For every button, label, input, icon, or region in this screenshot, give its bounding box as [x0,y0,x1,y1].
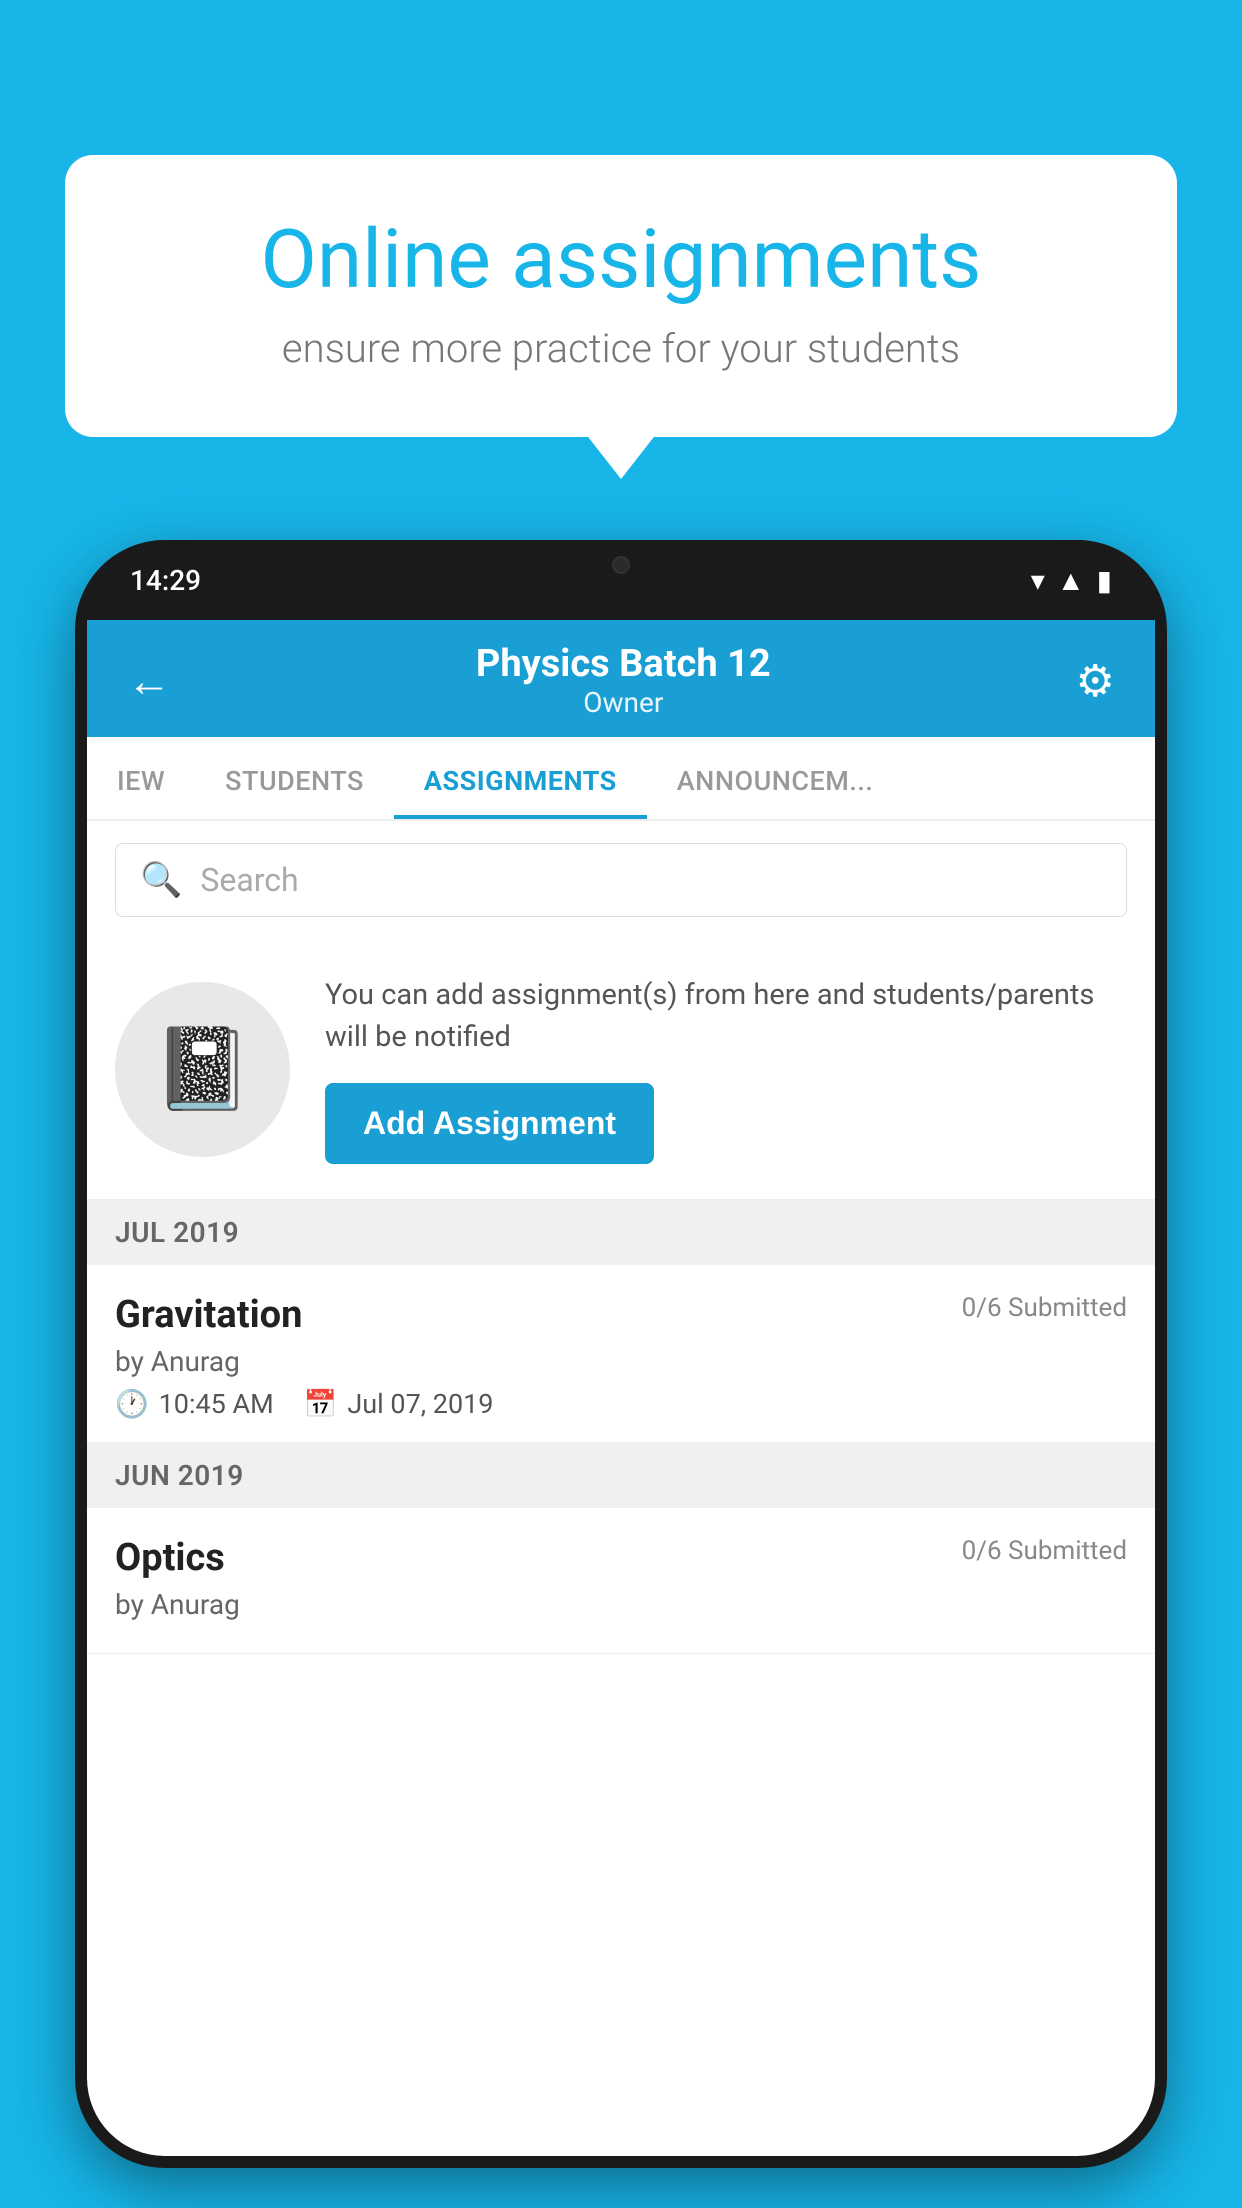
assignment-icon-circle: 📓 [115,982,290,1157]
bubble-subtitle: ensure more practice for your students [135,325,1107,372]
add-assignment-area: 📓 You can add assignment(s) from here an… [87,939,1155,1200]
search-placeholder: Search [200,861,298,899]
tab-iew[interactable]: IEW [87,737,195,819]
tab-students[interactable]: STUDENTS [195,737,394,819]
back-button[interactable]: ← [127,655,171,707]
tab-announcements[interactable]: ANNOUNCEM... [647,737,904,819]
app-header: ← Physics Batch 12 Owner ⚙ [87,620,1155,737]
assignment-item-optics[interactable]: Optics 0/6 Submitted by Anurag [87,1508,1155,1654]
assignment-name-gravitation: Gravitation [115,1293,302,1337]
phone-screen: ← Physics Batch 12 Owner ⚙ IEW STUDENTS … [87,620,1155,2156]
search-icon: 🔍 [140,860,182,900]
search-bar: 🔍 Search [87,821,1155,939]
assignment-time-gravitation: 🕐 10:45 AM [115,1388,274,1420]
header-subtitle: Owner [171,686,1076,719]
speech-bubble: Online assignments ensure more practice … [65,155,1177,437]
camera-dot [612,556,630,574]
add-assignment-description: You can add assignment(s) from here and … [325,974,1127,1058]
status-bar: 14:29 ▾ ▲ ▮ [75,540,1167,620]
assignment-row1-optics: Optics 0/6 Submitted [115,1536,1127,1580]
speech-bubble-container: Online assignments ensure more practice … [65,155,1177,437]
notch [556,540,686,590]
calendar-icon: 📅 [304,1388,338,1420]
section-header-jun: JUN 2019 [87,1443,1155,1508]
wifi-icon: ▾ [1031,564,1045,597]
settings-icon[interactable]: ⚙ [1076,655,1115,707]
assignment-date-gravitation: 📅 Jul 07, 2019 [304,1388,494,1420]
assignment-by-gravitation: by Anurag [115,1345,1127,1378]
tabs-bar: IEW STUDENTS ASSIGNMENTS ANNOUNCEM... [87,737,1155,821]
phone-device: 14:29 ▾ ▲ ▮ ← Physics Batch 12 Owner ⚙ I… [75,540,1167,2168]
clock-icon: 🕐 [115,1388,149,1420]
bubble-title: Online assignments [135,215,1107,305]
header-title-block: Physics Batch 12 Owner [171,642,1076,719]
status-icons: ▾ ▲ ▮ [1031,564,1112,597]
assignment-submitted-gravitation: 0/6 Submitted [962,1293,1127,1323]
assignment-item-gravitation[interactable]: Gravitation 0/6 Submitted by Anurag 🕐 10… [87,1265,1155,1443]
assignment-name-optics: Optics [115,1536,225,1580]
assignment-submitted-optics: 0/6 Submitted [962,1536,1127,1566]
header-title: Physics Batch 12 [171,642,1076,686]
assignment-by-optics: by Anurag [115,1588,1127,1621]
add-assignment-content: You can add assignment(s) from here and … [325,974,1127,1164]
assignment-row1: Gravitation 0/6 Submitted [115,1293,1127,1337]
signal-icon: ▲ [1057,564,1085,597]
battery-icon: ▮ [1097,564,1112,597]
assignment-meta-gravitation: 🕐 10:45 AM 📅 Jul 07, 2019 [115,1388,1127,1420]
tab-assignments[interactable]: ASSIGNMENTS [394,737,647,819]
section-header-jul: JUL 2019 [87,1200,1155,1265]
status-time: 14:29 [130,564,201,597]
notebook-icon: 📓 [153,1022,253,1116]
search-input-wrapper[interactable]: 🔍 Search [115,843,1127,917]
add-assignment-button[interactable]: Add Assignment [325,1083,654,1164]
